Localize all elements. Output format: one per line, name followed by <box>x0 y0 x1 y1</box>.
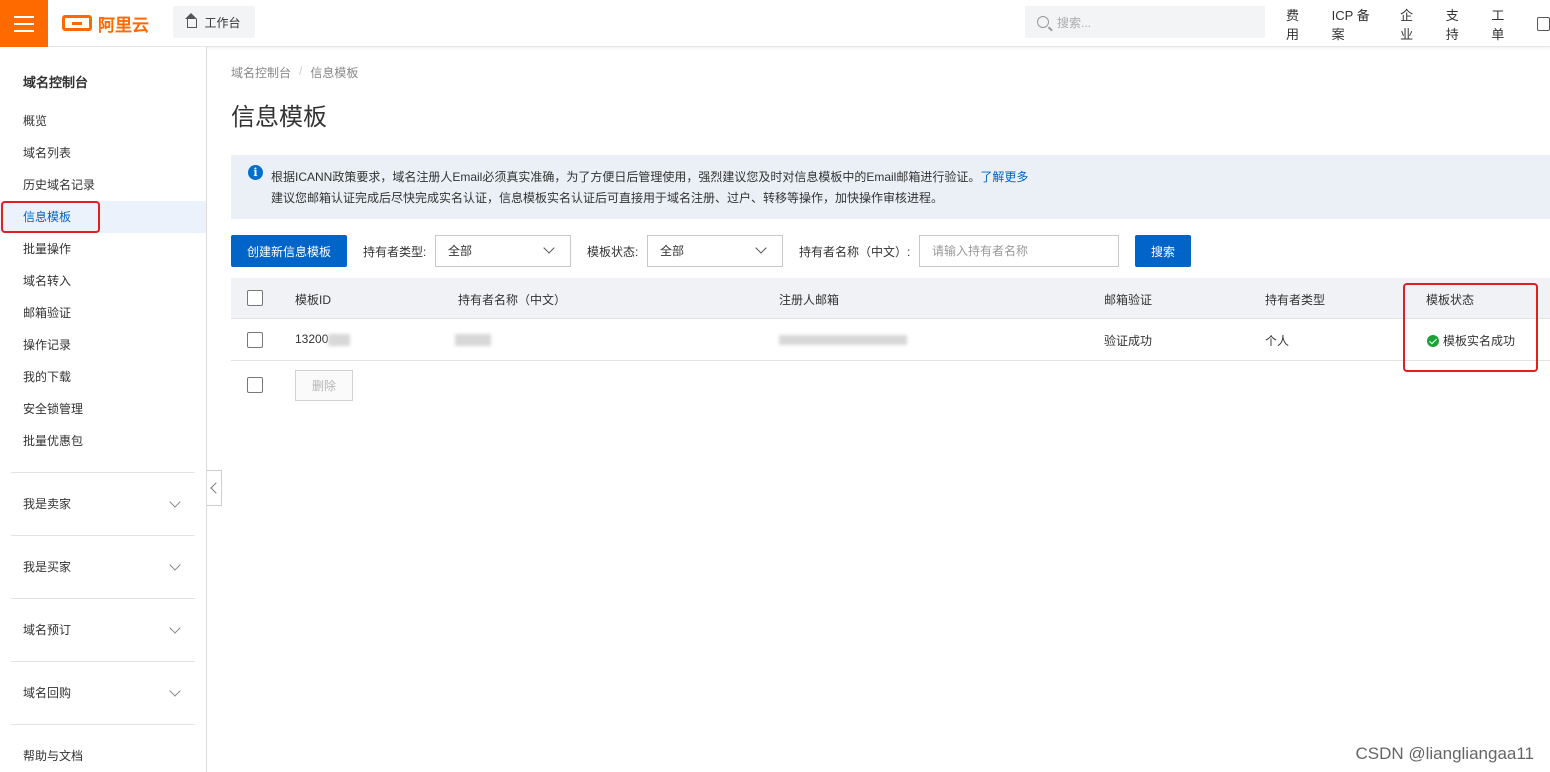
sidebar-title: 域名控制台 <box>23 75 89 90</box>
nav-ticket[interactable]: 工单 <box>1491 5 1515 43</box>
menu-icon[interactable] <box>0 0 48 47</box>
sidebar-group-reserve[interactable]: 域名预订 <box>0 614 206 646</box>
select-all-checkbox[interactable] <box>247 290 263 306</box>
breadcrumb-separator: / <box>299 64 303 78</box>
sidebar-item-security-lock[interactable]: 安全锁管理 <box>0 393 206 425</box>
sidebar-item-downloads[interactable]: 我的下载 <box>0 361 206 393</box>
sidebar-collapse-button[interactable] <box>207 470 222 506</box>
annotation-highlight-status <box>1403 283 1538 372</box>
aliyun-logo-icon <box>62 15 92 31</box>
sidebar-group-label: 我是买家 <box>23 560 72 574</box>
holder-type-value: 全部 <box>448 244 473 258</box>
template-id-cell: 13200 <box>295 332 351 346</box>
template-status-value: 全部 <box>660 244 685 258</box>
redacted-block <box>455 333 491 346</box>
chevron-down-icon <box>169 559 181 571</box>
learn-more-link[interactable]: 了解更多 <box>980 170 1028 184</box>
sidebar-divider <box>11 535 195 536</box>
sidebar: 域名控制台 概览 域名列表 历史域名记录 信息模板 批量操作 域名转入 邮箱验证… <box>0 47 207 772</box>
home-icon <box>185 13 198 28</box>
sidebar-divider <box>11 598 195 599</box>
sidebar-item-overview[interactable]: 概览 <box>0 105 206 137</box>
holder-name-label: 持有者名称（中文）: <box>799 245 911 259</box>
search-button[interactable]: 搜索 <box>1135 235 1191 267</box>
top-nav: 费用 ICP 备案 企业 支持 工单 <box>1286 0 1550 47</box>
sidebar-group-buyer[interactable]: 我是买家 <box>0 551 206 583</box>
breadcrumb-item-domain-console[interactable]: 域名控制台 <box>231 64 291 81</box>
sidebar-item-history[interactable]: 历史域名记录 <box>0 169 206 201</box>
sidebar-item-batch[interactable]: 批量操作 <box>0 233 206 265</box>
table-row[interactable]: 13200 验证成功 个人 模板实名成功 <box>231 319 1550 361</box>
page-title: 信息模板 <box>231 104 327 131</box>
holder-type-select[interactable]: 全部 <box>435 235 571 267</box>
template-status-select[interactable]: 全部 <box>647 235 783 267</box>
chevron-down-icon <box>169 622 181 634</box>
delete-button[interactable]: 删除 <box>295 370 353 401</box>
sidebar-group-label: 我是卖家 <box>23 497 72 511</box>
footer-select-checkbox[interactable] <box>247 377 263 393</box>
email-cell <box>779 332 907 346</box>
redacted-block <box>328 333 351 346</box>
nav-enterprise[interactable]: 企业 <box>1400 5 1424 43</box>
chevron-down-icon <box>543 242 555 254</box>
holder-type-label: 持有者类型: <box>363 245 427 259</box>
row-checkbox[interactable] <box>247 332 263 348</box>
nav-icp[interactable]: ICP 备案 <box>1332 5 1378 43</box>
sidebar-item-operation-log[interactable]: 操作记录 <box>0 329 206 361</box>
redacted-block <box>779 334 907 345</box>
notice-text-2: 建议您邮箱认证完成后尽快完成实名认证，信息模板实名认证后可直接用于域名注册、过户… <box>271 191 944 205</box>
template-id-value: 13200 <box>295 332 329 346</box>
nav-support[interactable]: 支持 <box>1446 5 1470 43</box>
aliyun-logo[interactable]: 阿里云 <box>62 12 149 35</box>
notice-banner: 根据ICANN政策要求，域名注册人Email必须真实准确，为了方便日后管理使用，… <box>231 155 1550 219</box>
search-placeholder: 搜索... <box>1057 15 1092 30</box>
sidebar-item-email-verify[interactable]: 邮箱验证 <box>0 297 206 329</box>
create-template-button[interactable]: 创建新信息模板 <box>231 235 347 267</box>
search-icon <box>1037 16 1049 28</box>
workbench-button[interactable]: 工作台 <box>173 6 255 38</box>
sidebar-group-label: 域名预订 <box>23 623 72 637</box>
header-email-verify: 邮箱验证 <box>1104 293 1153 307</box>
holder-type-cell: 个人 <box>1265 334 1290 348</box>
chevron-down-icon <box>755 242 767 254</box>
csdn-watermark: CSDN @liangliangaa11 <box>1355 744 1534 763</box>
notice-text-1: 根据ICANN政策要求，域名注册人Email必须真实准确，为了方便日后管理使用，… <box>271 170 981 184</box>
header-holder-type: 持有者类型 <box>1265 293 1326 307</box>
template-status-label: 模板状态: <box>587 245 639 259</box>
global-search-input[interactable]: 搜索... <box>1025 6 1265 38</box>
top-bar: 阿里云 工作台 搜索... 费用 ICP 备案 企业 支持 工单 <box>0 0 1550 47</box>
notice-line-1: 根据ICANN政策要求，域名注册人Email必须真实准确，为了方便日后管理使用，… <box>271 167 1550 188</box>
chevron-down-icon <box>169 685 181 697</box>
sidebar-item-transfer-in[interactable]: 域名转入 <box>0 265 206 297</box>
info-icon: i <box>248 165 263 180</box>
sidebar-group-buyback[interactable]: 域名回购 <box>0 677 206 709</box>
breadcrumb: 域名控制台 / 信息模板 <box>231 64 358 81</box>
sidebar-divider <box>11 661 195 662</box>
sidebar-divider <box>11 724 195 725</box>
more-icon[interactable] <box>1537 16 1550 31</box>
sidebar-group-label: 域名回购 <box>23 686 72 700</box>
chevron-down-icon <box>169 496 181 508</box>
email-verify-cell: 验证成功 <box>1104 334 1153 348</box>
nav-billing[interactable]: 费用 <box>1286 5 1310 43</box>
holder-name-input[interactable] <box>919 235 1119 267</box>
header-email: 注册人邮箱 <box>779 293 840 307</box>
header-holder-name: 持有者名称（中文） <box>458 293 567 307</box>
sidebar-item-batch-package[interactable]: 批量优惠包 <box>0 425 206 457</box>
holder-name-cell <box>455 332 491 346</box>
annotation-highlight-sidebar <box>1 201 100 233</box>
sidebar-divider <box>11 472 195 473</box>
sidebar-item-help[interactable]: 帮助与文档 <box>0 740 206 772</box>
table-header: 模板ID 持有者名称（中文） 注册人邮箱 邮箱验证 持有者类型 模板状态 <box>231 278 1550 319</box>
sidebar-group-seller[interactable]: 我是卖家 <box>0 488 206 520</box>
workbench-label: 工作台 <box>204 15 241 30</box>
sidebar-item-domain-list[interactable]: 域名列表 <box>0 137 206 169</box>
breadcrumb-item-current: 信息模板 <box>310 66 359 80</box>
header-template-id: 模板ID <box>295 293 332 307</box>
logo-text: 阿里云 <box>98 15 149 35</box>
